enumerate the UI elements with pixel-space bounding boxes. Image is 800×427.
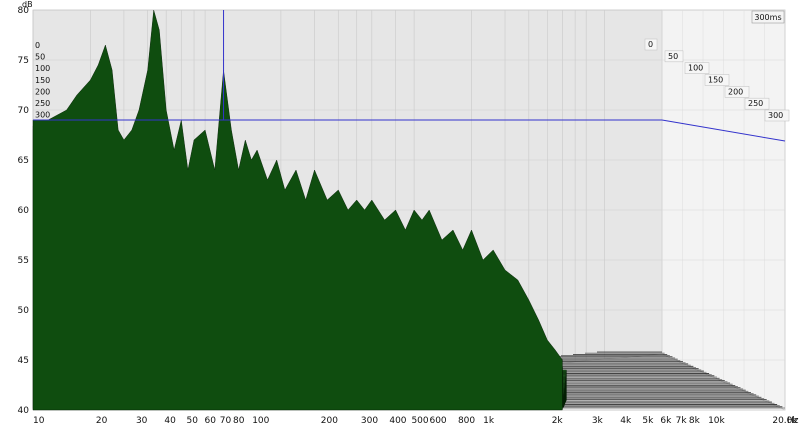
time-tick-label-left: 150 [35, 76, 50, 85]
x-tick-label: 3k [592, 416, 604, 426]
time-tick-label-left: 100 [35, 64, 50, 73]
time-tick-label-left: 250 [35, 99, 50, 108]
x-tick-label: 5k [642, 416, 654, 426]
x-tick-label: 10 [33, 416, 45, 426]
time-tick-label-right: 0 [648, 40, 653, 49]
x-axis-unit: Hz [787, 416, 799, 426]
x-tick-label: 30 [136, 416, 148, 426]
time-tick-label-right: 50 [668, 52, 678, 61]
time-tick-label-right: 100 [688, 64, 703, 73]
x-tick-label: 10k [708, 416, 725, 426]
time-tick-label-left: 50 [35, 53, 45, 62]
time-tick-label-left: 300 [35, 111, 50, 120]
x-tick-label: 4k [620, 416, 632, 426]
y-tick-label: 60 [18, 206, 30, 216]
x-tick-label: 100 [252, 416, 269, 426]
waterfall-plot: 40 45 50 55 60 65 70 75 80 10 20 30 40 50 60 70 80 100 20… [18, 0, 799, 426]
y-axis-unit: dB [22, 0, 33, 9]
x-tick-label: 70 [220, 416, 232, 426]
x-tick-label: 50 [187, 416, 199, 426]
y-tick-label: 65 [18, 156, 29, 166]
x-tick-label: 800 [458, 416, 475, 426]
time-tick-label-left: 200 [35, 87, 50, 96]
x-tick-label: 600 [429, 416, 446, 426]
y-tick-label: 70 [18, 106, 30, 116]
x-tick-label: 80 [233, 416, 245, 426]
x-tick-label: 500 [411, 416, 428, 426]
time-tick-label-right: 250 [748, 99, 763, 108]
x-tick-label: 40 [164, 416, 176, 426]
time-tick-label-right: 200 [728, 87, 743, 96]
time-badge-label: 300ms [754, 13, 781, 22]
time-tick-label-left: 0 [35, 41, 40, 50]
x-tick-label: 8k [689, 416, 701, 426]
waterfall-chart: 40 45 50 55 60 65 70 75 80 10 20 30 40 50 60 70 80 100 20… [0, 0, 800, 427]
y-axis-labels: 404550556065707580 [18, 6, 30, 416]
y-tick-label: 75 [18, 56, 29, 66]
y-tick-label: 50 [18, 306, 30, 316]
x-tick-label: 2k [552, 416, 564, 426]
time-badge[interactable]: 300ms [751, 10, 785, 24]
x-axis-labels: 10 20 30 40 50 60 70 80 100 200 300 400 500 600 800 1k 2… [33, 416, 798, 426]
x-tick-label: 300 [361, 416, 378, 426]
x-tick-label: 1k [483, 416, 495, 426]
time-tick-label-right: 150 [708, 76, 723, 85]
time-tick-label-right: 300 [768, 111, 783, 120]
y-tick-label: 45 [18, 356, 29, 366]
x-tick-label: 20 [96, 416, 108, 426]
y-tick-label: 40 [18, 406, 30, 416]
x-tick-label: 400 [389, 416, 406, 426]
y-tick-label: 55 [18, 256, 29, 266]
x-tick-label: 6k [660, 416, 672, 426]
x-tick-label: 7k [676, 416, 688, 426]
x-tick-label: 60 [205, 416, 217, 426]
x-tick-label: 200 [321, 416, 338, 426]
